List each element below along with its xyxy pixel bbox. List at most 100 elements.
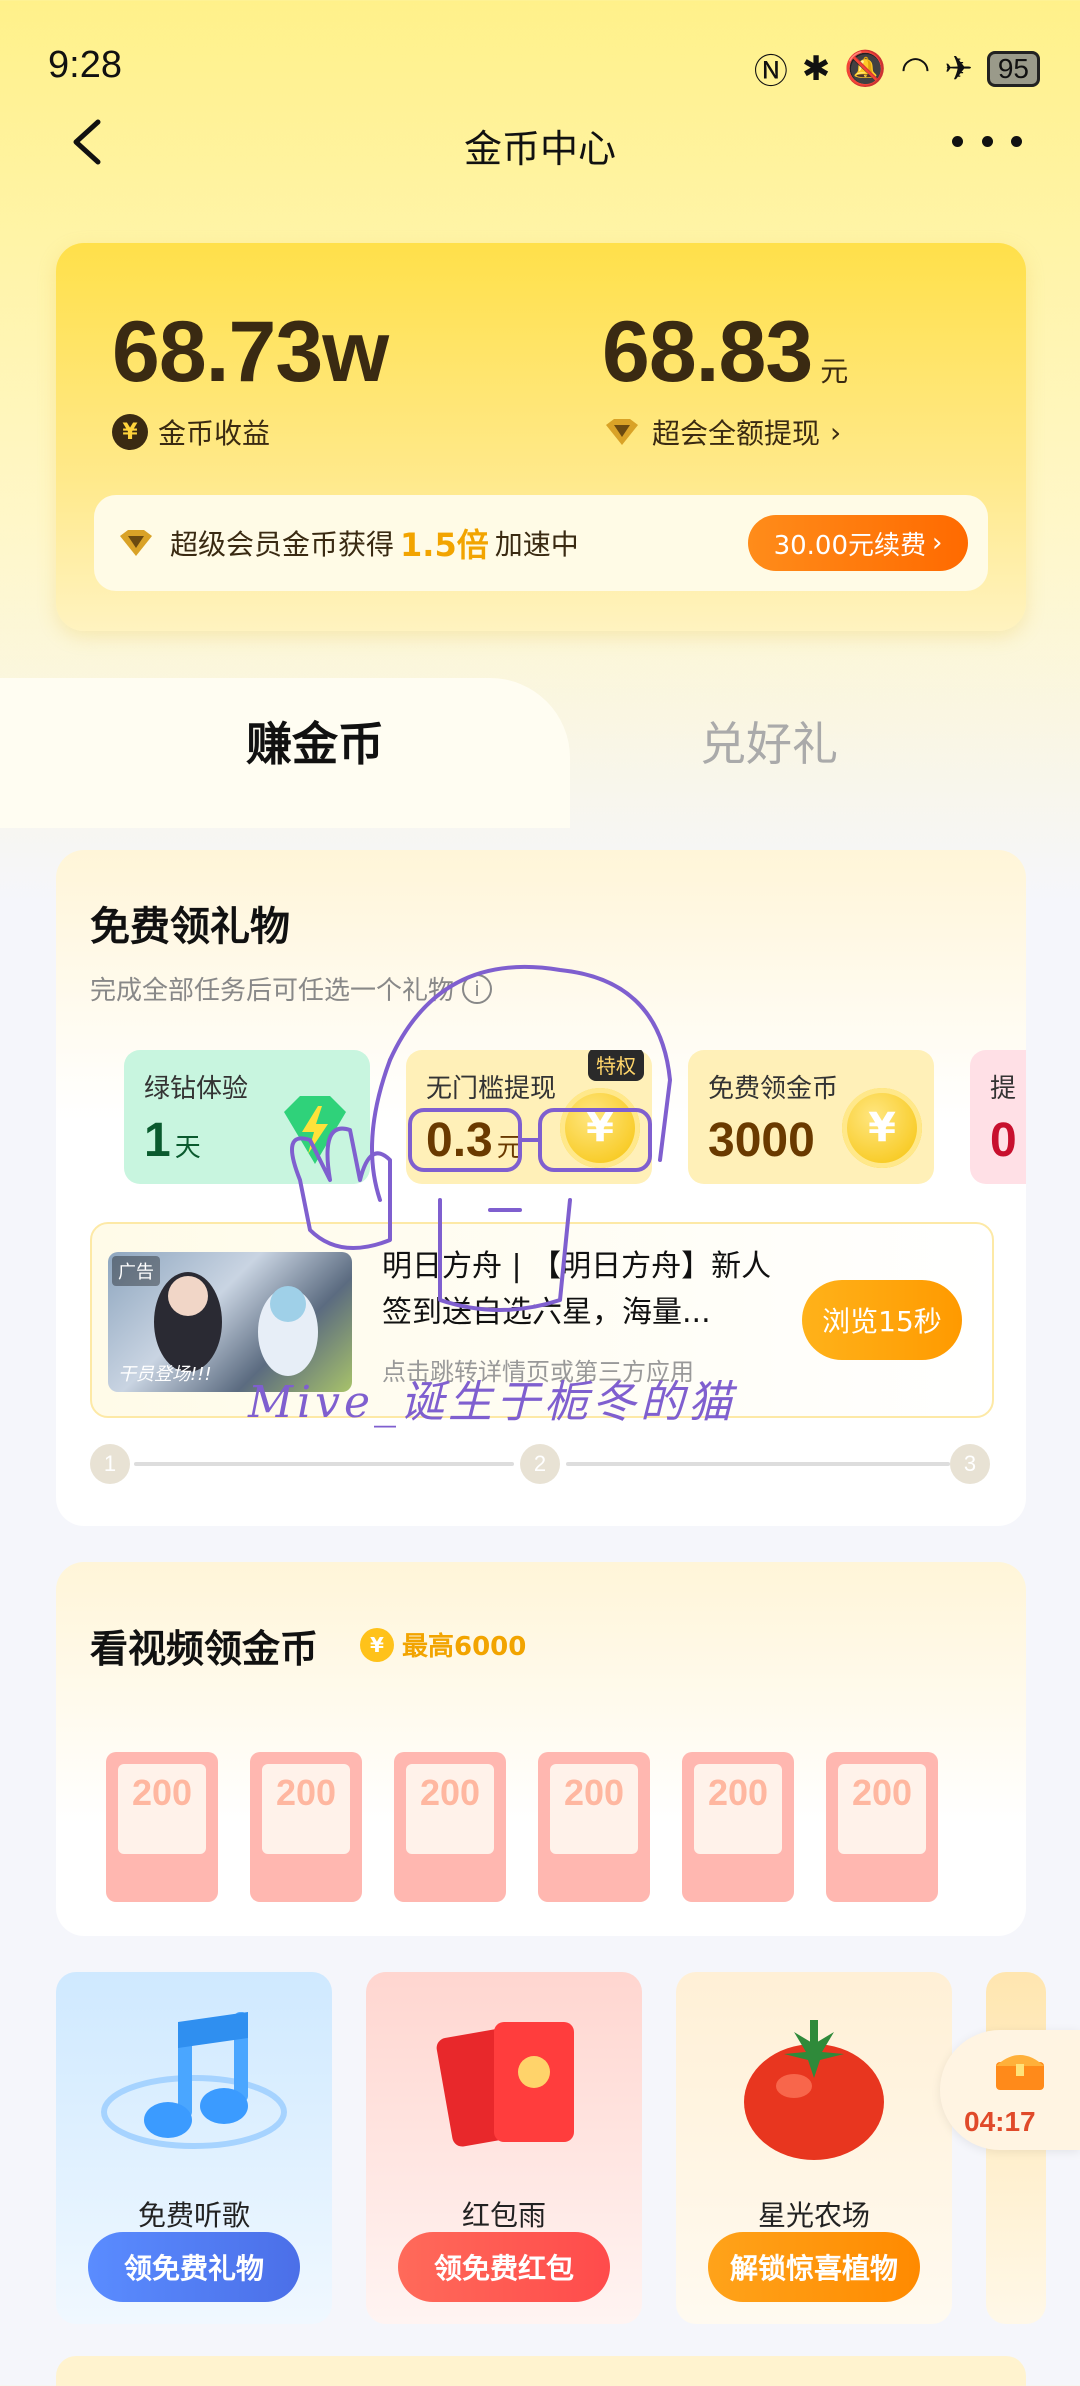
withdraw-link[interactable]: 超会全额提现 › <box>602 412 848 452</box>
chevron-right-icon: › <box>830 415 842 449</box>
earnings-card: 68.73w ¥ 金币收益 68.83 元 超会全额提现 › 超级会员金币获得 1… <box>56 243 1026 631</box>
reward-envelope[interactable]: 200 <box>250 1752 362 1902</box>
cash-balance[interactable]: 68.83 元 超会全额提现 › <box>602 303 848 452</box>
music-note-icon <box>56 2002 332 2172</box>
coin-value: 68.73w <box>112 304 389 400</box>
wifi-icon: ◠ <box>900 48 931 89</box>
envelope-amount: 200 <box>419 1772 481 1813</box>
feature-name: 星光农场 <box>757 2199 870 2232</box>
gift-tile-unit: 天 <box>174 1132 201 1162</box>
gift-tile-withdraw[interactable]: 特权 无门槛提现 0.3 元 ¥ <box>406 1050 652 1184</box>
video-section-title: 看视频领金币 <box>90 1627 319 1671</box>
coin-label-row: ¥ 金币收益 <box>112 412 388 452</box>
chevron-right-icon: › <box>932 528 943 558</box>
ad-thumb-caption: 干员登场!!! <box>118 1364 212 1385</box>
gift-tile-partial[interactable]: 提 0 <box>970 1050 1026 1184</box>
progress-step: 1 <box>90 1444 130 1484</box>
feature-name: 红包雨 <box>461 2199 546 2232</box>
nav-bar: 金币中心 <box>0 100 1080 190</box>
gift-tile-value: 0.3 <box>426 1114 493 1167</box>
withdraw-label: 超会全额提现 <box>652 417 821 450</box>
battery-indicator: 95 <box>986 50 1040 87</box>
gift-tile-free-coins[interactable]: 免费领金币 3000 ¥ <box>688 1050 934 1184</box>
renew-button[interactable]: 30.00元续费 › <box>748 515 968 571</box>
envelope-amount: 200 <box>275 1772 337 1813</box>
more-dot-icon <box>952 135 963 147</box>
browse-button[interactable]: 浏览15秒 <box>802 1280 962 1360</box>
tab-earn-coins[interactable]: 赚金币 <box>246 708 384 774</box>
status-icons: Ⓝ ✱ 🔕 ◠ ✈ 95 <box>754 44 1040 93</box>
free-red-packet-button[interactable]: 领免费红包 <box>398 2232 610 2302</box>
reward-envelope[interactable]: 200 <box>394 1752 506 1902</box>
video-max-badge: ¥ 最高6000 <box>360 1626 526 1663</box>
feature-card-music[interactable]: 免费听歌 领免费礼物 <box>56 1972 332 2324</box>
info-icon[interactable]: i <box>462 973 493 1004</box>
more-dot-icon <box>1011 135 1022 147</box>
coin-label: 金币收益 <box>158 417 271 450</box>
vip-multiplier: 1.5倍 <box>400 526 489 564</box>
gold-coin-icon: ¥ <box>560 1088 640 1168</box>
vip-text-suffix: 加速中 <box>494 528 579 561</box>
tab-bar: 赚金币 兑好礼 <box>0 678 1080 828</box>
cash-unit: 元 <box>820 355 849 388</box>
cash-value: 68.83 <box>602 304 813 400</box>
coin-earnings[interactable]: 68.73w ¥ 金币收益 <box>112 303 389 452</box>
gift-tile-green-diamond[interactable]: 绿钻体验 1天 <box>124 1050 370 1184</box>
diamond-icon <box>606 419 638 445</box>
ad-title: 明日方舟 | 【明日方舟】新人签到送自选六星，海量... <box>382 1249 772 1330</box>
next-section-peek <box>56 2356 1026 2386</box>
free-gift-button[interactable]: 领免费礼物 <box>88 2232 300 2302</box>
tomato-icon <box>676 2002 952 2172</box>
bluetooth-icon: ✱ <box>801 48 831 89</box>
envelope-amount: 200 <box>131 1772 193 1813</box>
unlock-plant-button[interactable]: 解锁惊喜植物 <box>708 2232 920 2302</box>
gift-tile-value: 0 <box>990 1114 1017 1167</box>
airplane-icon: ✈ <box>944 48 973 89</box>
privilege-tag: 特权 <box>588 1050 644 1081</box>
treasure-chest-timer[interactable]: 04:17 <box>940 2030 1080 2150</box>
feature-card-farm[interactable]: 星光农场 解锁惊喜植物 <box>676 1972 952 2324</box>
mute-icon: 🔕 <box>844 48 887 89</box>
reward-envelope[interactable]: 200 <box>682 1752 794 1902</box>
progress-step: 3 <box>950 1444 990 1484</box>
reward-envelope[interactable]: 200 <box>826 1752 938 1902</box>
gift-tile-value: 3000 <box>708 1114 815 1167</box>
progress-line <box>134 1462 514 1466</box>
coin-icon: ¥ <box>360 1627 394 1662</box>
renew-label: 30.00元续费 <box>773 530 927 561</box>
lightning-gem-icon <box>284 1096 346 1164</box>
watermark-text: Mive_诞生于栀冬的猫 <box>248 1377 737 1428</box>
reward-envelope[interactable]: 200 <box>538 1752 650 1902</box>
envelope-amount: 200 <box>707 1772 769 1813</box>
gold-coin-icon: ¥ <box>842 1088 922 1168</box>
vip-text-prefix: 超级会员金币获得 <box>170 528 395 561</box>
more-options-button[interactable] <box>952 116 1022 166</box>
more-dot-icon <box>981 135 993 147</box>
nfc-icon: Ⓝ <box>753 52 788 92</box>
vip-diamond-icon <box>120 530 152 556</box>
feature-name: 免费听歌 <box>137 2199 250 2232</box>
gift-subtitle-text: 完成全部任务后可任选一个礼物 <box>90 976 455 1006</box>
video-max-label: 最高6000 <box>402 1632 527 1662</box>
tab-redeem-gifts[interactable]: 兑好礼 <box>700 708 838 774</box>
envelope-amount: 200 <box>563 1772 625 1813</box>
gift-section-subtitle: 完成全部任务后可任选一个礼物 i <box>90 970 493 1007</box>
task-progress: 1 2 3 <box>90 1444 994 1484</box>
progress-line <box>566 1462 950 1466</box>
page-title: 金币中心 <box>463 127 616 171</box>
gift-tile-unit: 元 <box>496 1132 523 1162</box>
feature-card-red-packet[interactable]: 红包雨 领免费红包 <box>366 1972 642 2324</box>
yuan-coin-icon: ¥ <box>112 414 148 450</box>
reward-envelope[interactable]: 200 <box>106 1752 218 1902</box>
video-reward-envelopes: 200 200 200 200 200 200 <box>106 1752 986 1902</box>
countdown-timer: 04:17 <box>964 2106 1036 2137</box>
vip-speedup-row: 超级会员金币获得 1.5倍 加速中 30.00元续费 › <box>94 495 988 591</box>
red-envelope-icon <box>366 2002 642 2172</box>
envelope-amount: 200 <box>851 1772 913 1813</box>
gift-tile-name: 提 <box>990 1074 1017 1104</box>
treasure-chest-icon <box>996 2055 1044 2090</box>
status-time: 9:28 <box>48 44 122 86</box>
gift-tiles: 绿钻体验 1天 特权 无门槛提现 0.3 元 ¥ 免费领金币 3000 ¥ 提 0 <box>124 1050 1026 1190</box>
gift-section-title: 免费领礼物 <box>90 904 290 950</box>
progress-step: 2 <box>520 1444 560 1484</box>
